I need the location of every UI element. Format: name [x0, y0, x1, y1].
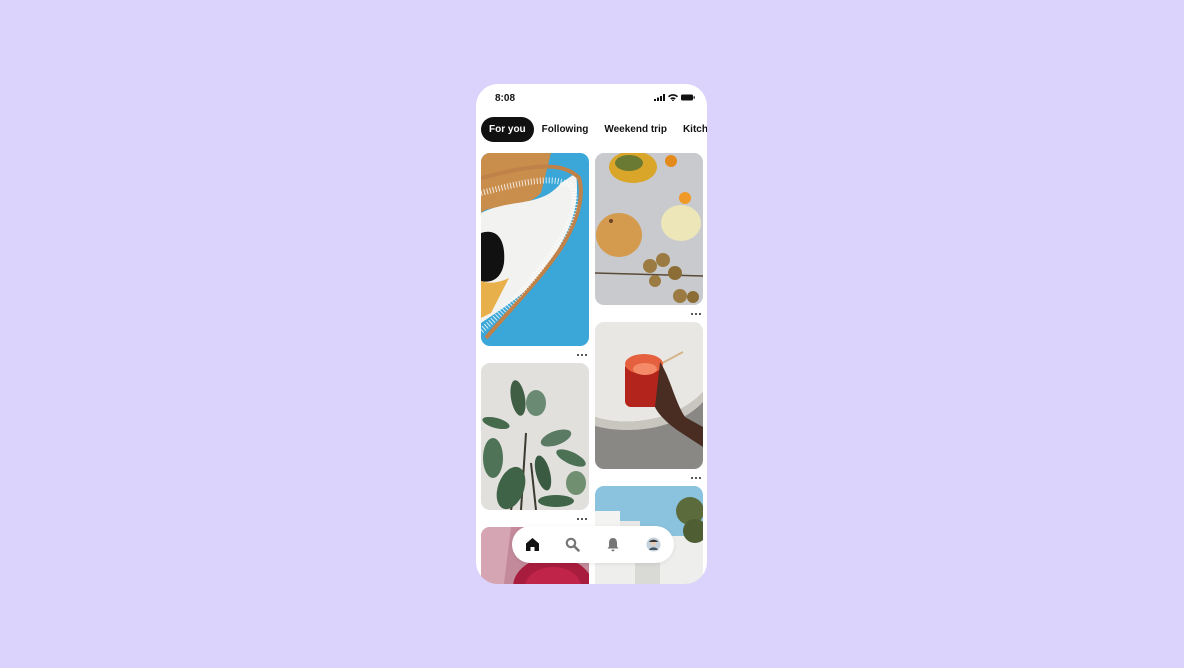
avatar-icon [646, 537, 661, 552]
staircase-image [481, 153, 589, 346]
nav-profile[interactable] [644, 535, 664, 555]
battery-icon [681, 94, 695, 101]
plant-image [481, 363, 589, 510]
pin-staircase[interactable] [481, 153, 589, 346]
search-icon [565, 537, 581, 552]
status-time: 8:08 [495, 93, 516, 104]
status-icons [654, 94, 695, 101]
tab-for-you[interactable]: For you [481, 117, 534, 142]
drink-image [595, 322, 703, 469]
board-tabs: For you Following Weekend trip Kitch [481, 116, 707, 143]
tab-weekend-trip[interactable]: Weekend trip [596, 117, 675, 142]
pin-more-button[interactable] [691, 476, 701, 480]
nav-notifications[interactable] [603, 535, 623, 555]
phone-screen: 8:08 For you Following Weekend trip Kitc… [476, 84, 707, 584]
nav-search[interactable] [563, 535, 583, 555]
pin-drink[interactable] [595, 322, 703, 469]
pin-plant[interactable] [481, 363, 589, 510]
nav-home[interactable] [522, 535, 542, 555]
bell-icon [607, 538, 619, 552]
pin-more-button[interactable] [691, 312, 701, 316]
pin-more-button[interactable] [577, 517, 587, 521]
pin-fruits[interactable] [595, 153, 703, 305]
tab-following[interactable]: Following [534, 117, 597, 142]
status-bar: 8:08 [476, 84, 707, 112]
pin-more-button[interactable] [577, 353, 587, 357]
bottom-nav [512, 526, 674, 563]
home-icon [525, 538, 539, 551]
wifi-icon [668, 94, 678, 101]
fruits-image [595, 153, 703, 305]
tab-kitchen[interactable]: Kitch [675, 117, 707, 142]
signal-icon [654, 94, 665, 101]
